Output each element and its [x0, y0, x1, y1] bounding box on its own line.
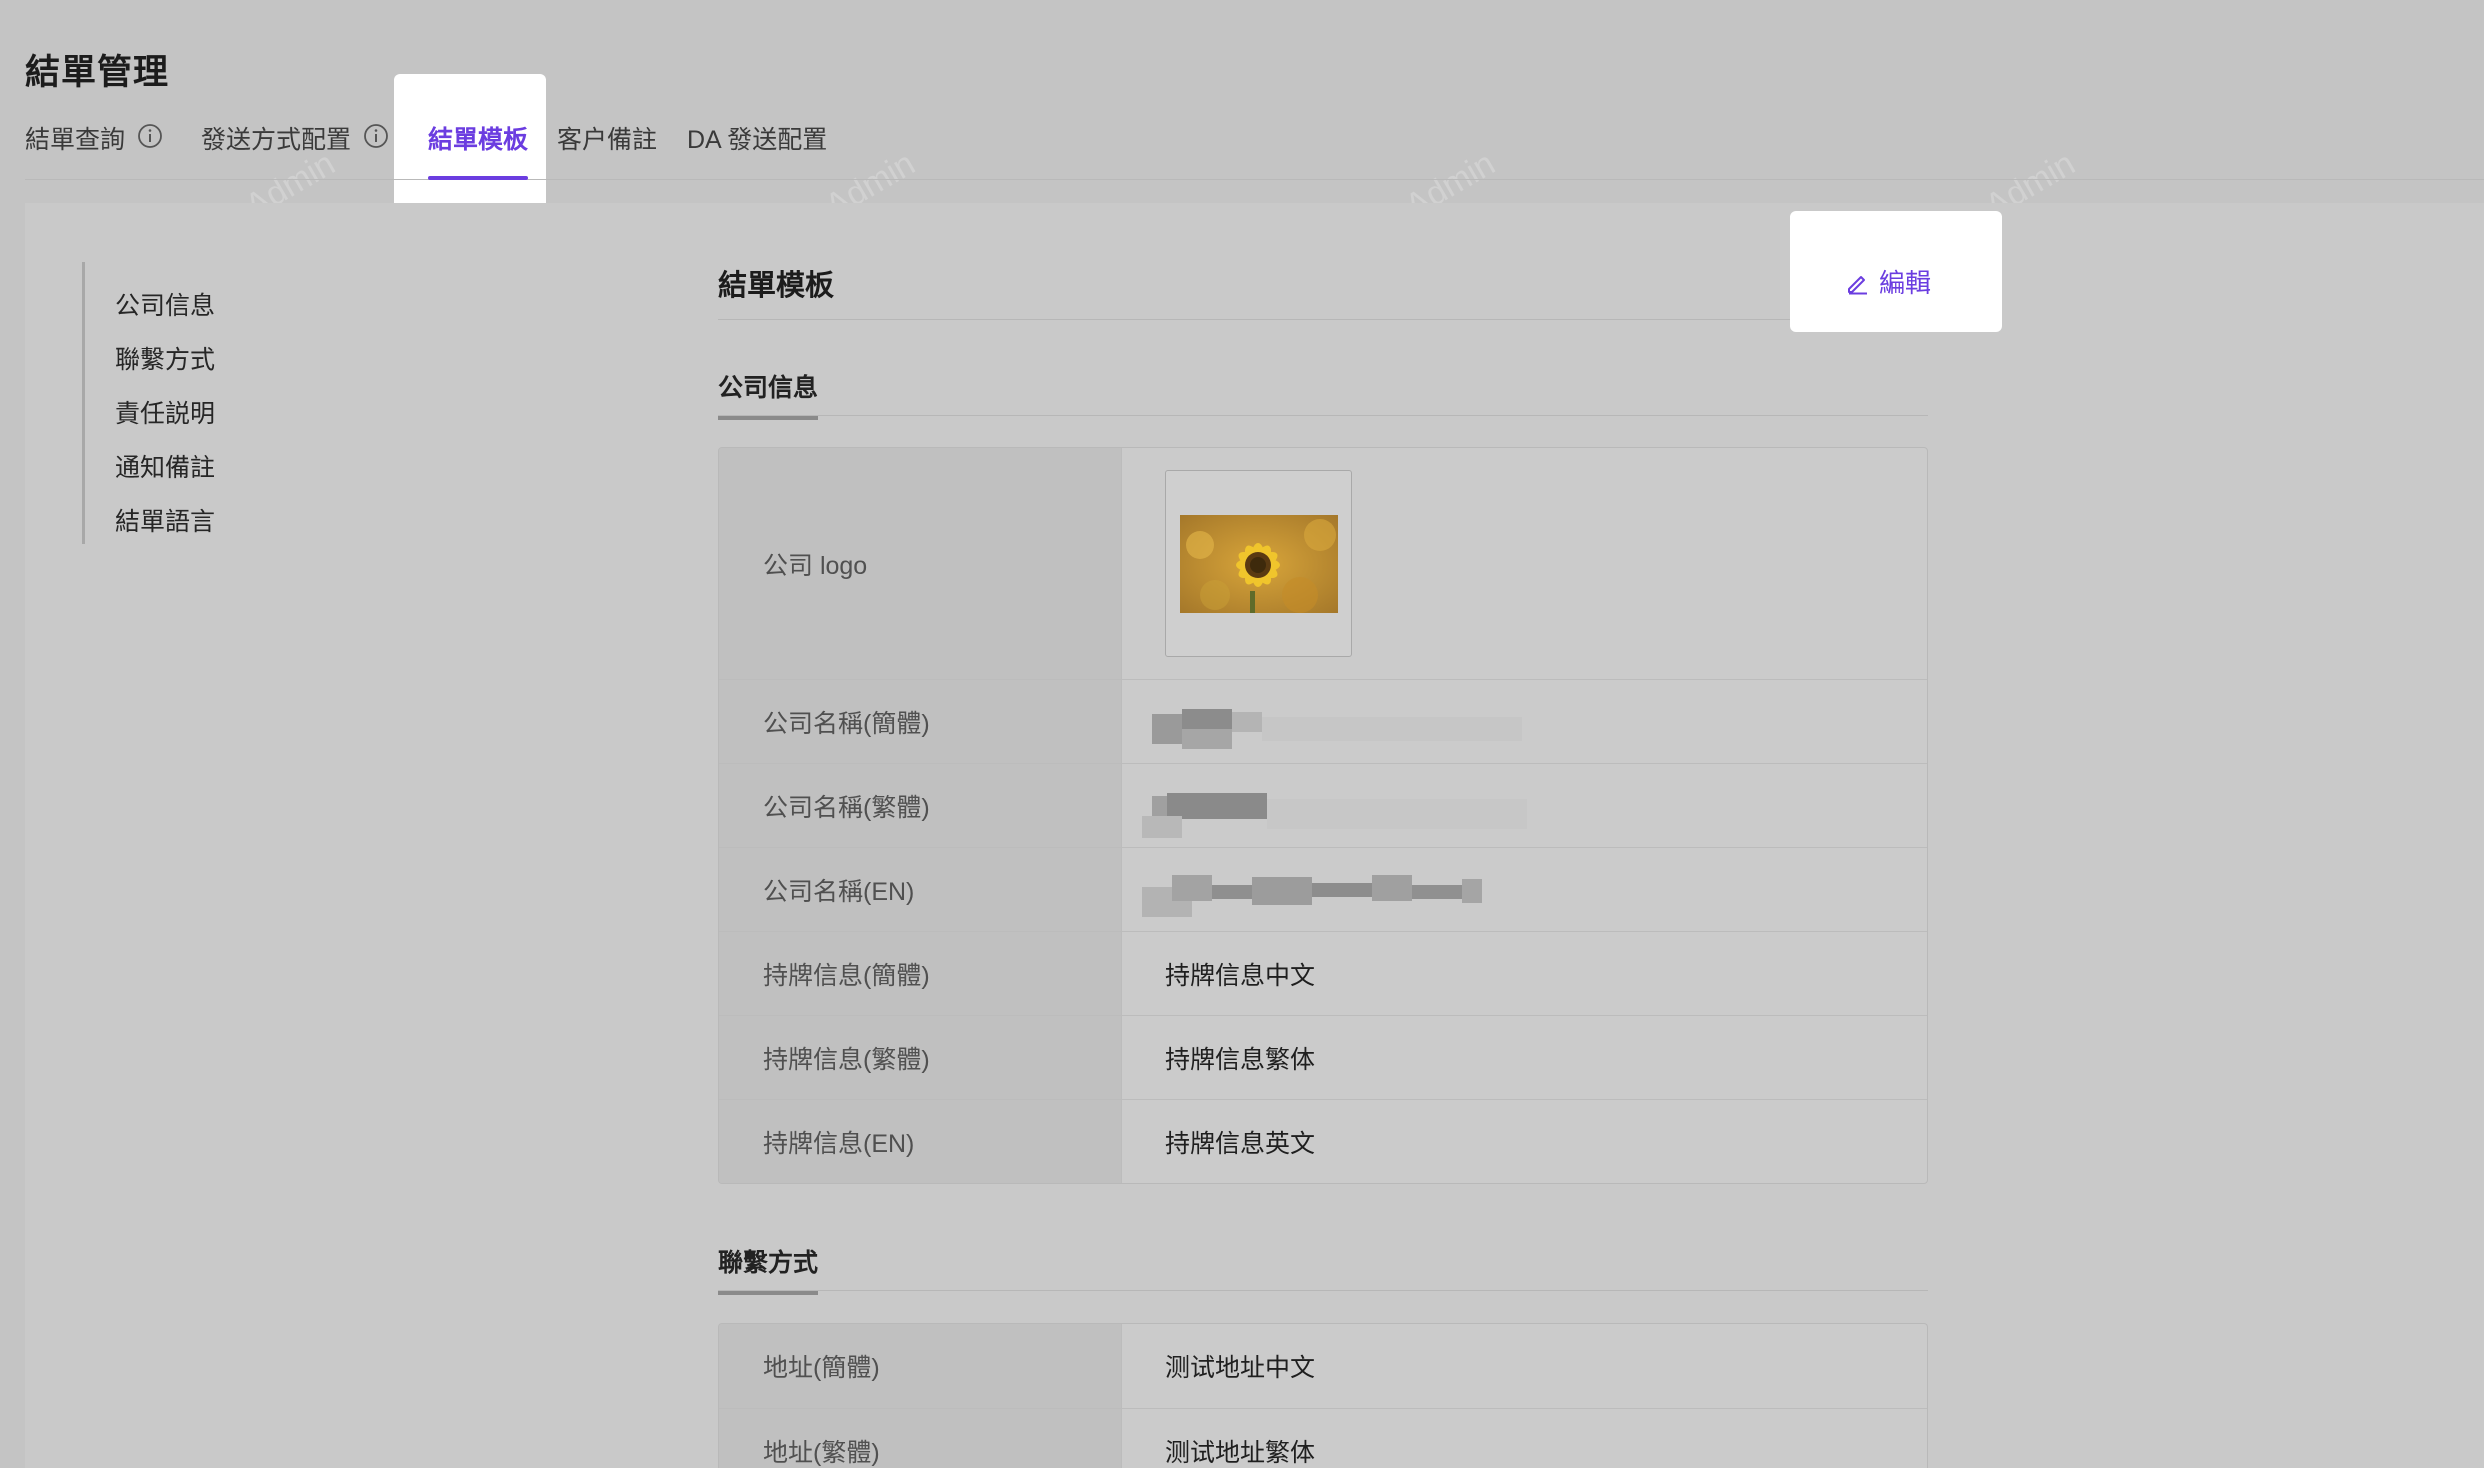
- anchor-item-liability[interactable]: 責任説明: [115, 394, 215, 430]
- table-row: 公司 logo: [719, 448, 1927, 679]
- edit-icon: [1848, 275, 1867, 294]
- row-value-redacted: [1122, 764, 1927, 847]
- row-value: 持牌信息繁体: [1165, 1045, 1316, 1074]
- row-value-redacted: [1122, 680, 1927, 763]
- page: LongPort Test AdminLongPort Test AdminLo…: [0, 0, 2484, 1468]
- anchor-item-notice[interactable]: 通知備註: [115, 448, 215, 484]
- tab-label: DA 發送配置: [687, 126, 828, 154]
- redacted-text: [1152, 708, 1522, 749]
- edit-button[interactable]: 編輯: [1845, 263, 1931, 300]
- row-label: 公司 logo: [719, 448, 1122, 679]
- row-value: 持牌信息中文: [1165, 961, 1316, 990]
- row-value-redacted: [1122, 848, 1927, 931]
- anchor-item-contact[interactable]: 聯繫方式: [115, 340, 215, 376]
- table-row: 地址(繁體) 测试地址繁体: [719, 1408, 1927, 1468]
- row-value: 持牌信息英文: [1165, 1129, 1316, 1158]
- tab-bar: 結單查詢 發送方式配置 客户備註 DA 發送配置: [25, 120, 2484, 180]
- section-header: 結單模板: [718, 262, 1928, 320]
- row-label: 地址(簡體): [719, 1324, 1122, 1408]
- tab-delivery-config[interactable]: 發送方式配置: [201, 120, 389, 180]
- row-label: 持牌信息(繁體): [719, 1016, 1122, 1099]
- company-logo[interactable]: [1165, 470, 1352, 657]
- row-label: 持牌信息(EN): [719, 1100, 1122, 1183]
- sunflower-image: [1179, 514, 1338, 613]
- info-icon[interactable]: [137, 123, 163, 149]
- row-label: 公司名稱(EN): [719, 848, 1122, 931]
- table-row: 公司名稱(繁體): [719, 763, 1927, 847]
- tab-label: 客户備註: [557, 126, 658, 154]
- row-value: [1122, 448, 1927, 679]
- table-row: 持牌信息(EN) 持牌信息英文: [719, 1099, 1927, 1183]
- table-row: 地址(簡體) 测试地址中文: [719, 1324, 1927, 1408]
- table-row: 公司名稱(EN): [719, 847, 1927, 931]
- tab-statement-template[interactable]: 結單模板: [428, 120, 529, 182]
- company-info-title: 公司信息: [718, 368, 819, 420]
- row-value: 测试地址繁体: [1165, 1438, 1316, 1467]
- tab-label: 發送方式配置: [201, 126, 352, 154]
- tab-active-indicator: [428, 176, 529, 180]
- anchor-item-company-info[interactable]: 公司信息: [115, 286, 215, 322]
- row-label: 公司名稱(繁體): [719, 764, 1122, 847]
- row-label: 地址(繁體): [719, 1409, 1122, 1468]
- row-label: 持牌信息(簡體): [719, 932, 1122, 1015]
- section-title: 結單模板: [718, 270, 835, 302]
- contact-title: 聯繫方式: [718, 1243, 819, 1295]
- tab-da-config[interactable]: DA 發送配置: [687, 120, 827, 180]
- page-title: 結單管理: [25, 53, 170, 92]
- tab-label: 結單模板: [428, 126, 529, 154]
- company-info-table: 公司 logo 公司名稱(簡體) 公司名稱(繁體) 公司名稱(EN) 持牌信息(…: [718, 447, 1928, 1184]
- row-label: 公司名稱(簡體): [719, 680, 1122, 763]
- tab-customer-notes[interactable]: 客户備註: [557, 120, 657, 180]
- table-row: 持牌信息(簡體) 持牌信息中文: [719, 931, 1927, 1015]
- table-row: 公司名稱(簡體): [719, 679, 1927, 763]
- company-info-header: 公司信息: [718, 368, 1928, 420]
- tab-label: 結單查詢: [25, 126, 126, 154]
- redacted-text: [1142, 792, 1527, 838]
- info-icon[interactable]: [363, 123, 389, 149]
- contact-header: 聯繫方式: [718, 1243, 1928, 1295]
- row-value: 测试地址中文: [1165, 1354, 1316, 1382]
- table-row: 持牌信息(繁體) 持牌信息繁体: [719, 1015, 1927, 1099]
- tab-statement-query[interactable]: 結單查詢: [25, 120, 163, 180]
- contact-table: 地址(簡體) 测试地址中文 地址(繁體) 测试地址繁体: [718, 1323, 1928, 1468]
- anchor-nav: 公司信息 聯繫方式 責任説明 通知備註 結單語言: [82, 262, 382, 544]
- anchor-item-language[interactable]: 結單語言: [115, 502, 215, 538]
- edit-label: 編輯: [1879, 268, 1932, 298]
- redacted-text: [1142, 874, 1482, 917]
